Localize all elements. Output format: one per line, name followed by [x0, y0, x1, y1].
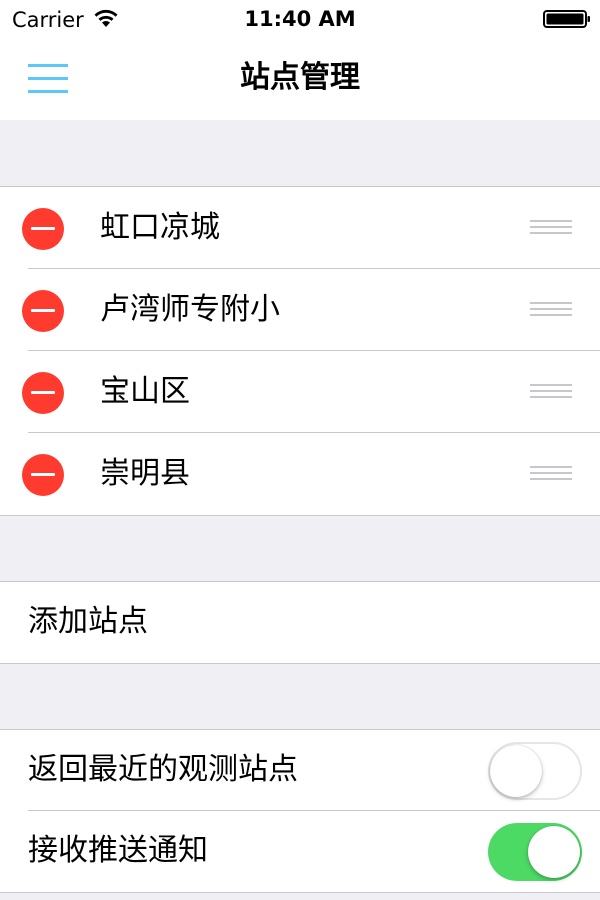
reorder-handle-icon[interactable]	[530, 302, 572, 318]
settings-section: 返回最近的观测站点 接收推送通知	[0, 729, 600, 893]
reorder-handle-icon[interactable]	[530, 384, 572, 400]
station-row: 卢湾师专附小	[0, 269, 600, 351]
delete-station-button[interactable]	[22, 372, 64, 414]
station-name: 卢湾师专附小	[100, 292, 280, 327]
page-title: 站点管理	[240, 60, 360, 95]
status-bar: Carrier 11:40 AM	[0, 0, 600, 40]
station-row: 崇明县	[0, 433, 600, 515]
setting-label: 返回最近的观测站点	[28, 752, 298, 787]
add-station-button[interactable]: 添加站点	[0, 582, 600, 663]
add-station-section: 添加站点	[0, 581, 600, 664]
status-time: 11:40 AM	[244, 7, 356, 31]
reorder-handle-icon[interactable]	[530, 220, 572, 236]
delete-station-button[interactable]	[22, 290, 64, 332]
station-row: 虹口凉城	[0, 187, 600, 269]
delete-station-button[interactable]	[22, 454, 64, 496]
navigation-bar: 站点管理	[0, 40, 600, 120]
setting-row-nearest-station: 返回最近的观测站点	[0, 730, 600, 811]
station-name: 虹口凉城	[100, 210, 220, 245]
minus-icon	[31, 227, 55, 230]
battery-icon	[543, 10, 590, 28]
station-row: 宝山区	[0, 351, 600, 433]
minus-icon	[31, 473, 55, 476]
minus-icon	[31, 309, 55, 312]
station-name: 宝山区	[100, 374, 190, 409]
add-station-label: 添加站点	[28, 604, 148, 639]
push-notifications-toggle[interactable]	[488, 823, 582, 881]
nearest-station-toggle[interactable]	[488, 742, 582, 800]
setting-label: 接收推送通知	[28, 833, 208, 868]
minus-icon	[31, 391, 55, 394]
station-list: 虹口凉城 卢湾师专附小 宝山区 崇明县	[0, 186, 600, 516]
setting-row-push-notifications: 接收推送通知	[0, 811, 600, 892]
delete-station-button[interactable]	[22, 208, 64, 250]
reorder-handle-icon[interactable]	[530, 466, 572, 482]
station-name: 崇明县	[100, 456, 190, 491]
